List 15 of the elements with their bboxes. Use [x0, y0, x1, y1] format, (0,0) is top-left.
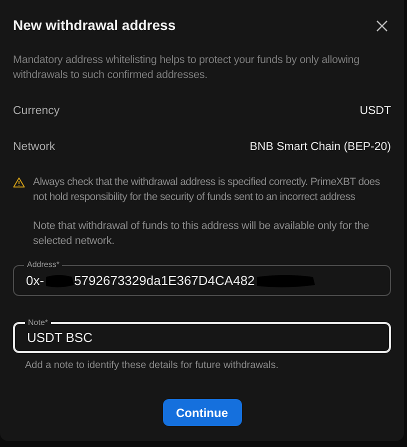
detail-label: Currency — [13, 104, 60, 119]
continue-button[interactable]: Continue — [162, 399, 242, 426]
detail-label: Network — [13, 140, 56, 155]
dialog-title: New withdrawal address — [13, 16, 176, 35]
detail-value: USDT — [360, 104, 391, 119]
field-value: 0x- — [26, 272, 44, 290]
close-icon[interactable] — [376, 20, 388, 32]
network-note: Note that withdrawal of funds to this address will be available only for the selected network. — [33, 219, 370, 249]
warning-icon — [13, 177, 25, 188]
detail-value: BNB Smart Chain (BEP-20) — [250, 140, 391, 155]
field-value: 5792673329da1E367D4CA482 — [74, 272, 255, 290]
field-value: USDT BSC — [27, 328, 92, 347]
helper-text: Add a note to identify these details for future withdrawals. — [25, 359, 280, 373]
dialog-description: Mandatory address whitelisting helps to protect your funds by only allowing withdrawals to such confirmed addresses. — [13, 53, 360, 83]
warning-text: Always check that the withdrawal address is specified correctly. PrimeXBT does not hold responsibility for the security of funds sent to an incorrect address — [33, 175, 381, 205]
